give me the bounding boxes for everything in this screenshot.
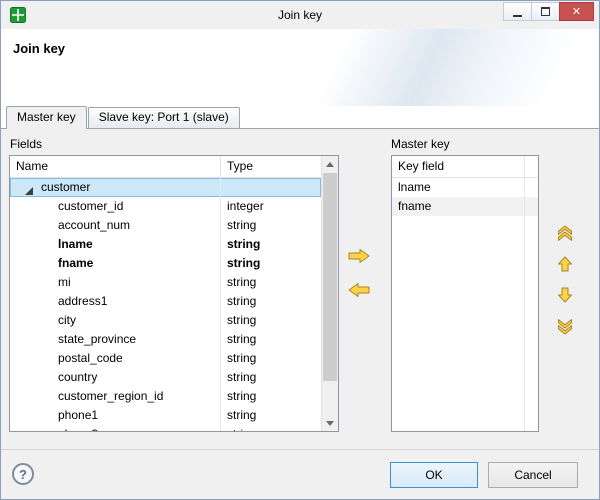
help-button[interactable]: ? xyxy=(12,463,34,485)
field-type: string xyxy=(220,292,321,311)
move-down-button[interactable] xyxy=(552,285,578,305)
help-icon: ? xyxy=(19,467,27,482)
field-name: state_province xyxy=(10,330,220,349)
field-name: customer_region_id xyxy=(10,387,220,406)
field-name: address1 xyxy=(10,292,220,311)
fields-table: Name Type customer customer_idinteger xyxy=(9,155,339,432)
reorder-buttons xyxy=(552,223,578,336)
field-row[interactable]: citystring xyxy=(10,311,321,330)
column-header-key-field[interactable]: Key field xyxy=(392,156,524,177)
move-up-button[interactable] xyxy=(552,254,578,274)
field-row[interactable]: countrystring xyxy=(10,368,321,387)
tab-slave-key[interactable]: Slave key: Port 1 (slave) xyxy=(88,107,240,128)
scroll-down-icon[interactable] xyxy=(322,415,338,431)
add-to-key-button[interactable] xyxy=(346,248,372,266)
field-row[interactable]: mistring xyxy=(10,273,321,292)
field-type: string xyxy=(220,406,321,425)
move-to-top-button[interactable] xyxy=(552,223,578,243)
field-row[interactable]: customer_idinteger xyxy=(10,197,321,216)
field-row[interactable]: state_provincestring xyxy=(10,330,321,349)
master-key-table: Key field lname fname xyxy=(391,155,539,432)
field-row[interactable]: account_numstring xyxy=(10,216,321,235)
field-name: postal_code xyxy=(10,349,220,368)
tree-row-customer[interactable]: customer xyxy=(10,178,321,197)
fields-table-header: Name Type xyxy=(10,156,321,178)
field-type: string xyxy=(220,330,321,349)
minimize-icon xyxy=(513,15,522,17)
field-type: string xyxy=(220,311,321,330)
field-type: string xyxy=(220,235,321,254)
arrow-left-icon xyxy=(347,282,371,298)
tree-expander-icon[interactable] xyxy=(24,183,34,193)
field-row[interactable]: lnamestring xyxy=(10,235,321,254)
remove-from-key-button[interactable] xyxy=(346,282,372,300)
tree-root-label: customer xyxy=(41,178,90,197)
double-chevron-up-icon xyxy=(557,225,573,242)
maximize-button[interactable] xyxy=(531,2,560,21)
field-type: string xyxy=(220,387,321,406)
close-button[interactable]: ✕ xyxy=(559,2,594,21)
maximize-icon xyxy=(541,7,550,16)
minimize-button[interactable] xyxy=(503,2,532,21)
button-bar: ? OK Cancel xyxy=(1,449,599,499)
field-name: country xyxy=(10,368,220,387)
double-chevron-down-icon xyxy=(557,318,573,335)
cancel-button[interactable]: Cancel xyxy=(488,462,578,488)
tab-bar: Master key Slave key: Port 1 (slave) xyxy=(1,106,599,129)
field-type: string xyxy=(220,216,321,235)
field-name: mi xyxy=(10,273,220,292)
field-row[interactable]: customer_region_idstring xyxy=(10,387,321,406)
column-header-name[interactable]: Name xyxy=(10,156,220,177)
field-name: phone2 xyxy=(10,425,220,431)
dialog-body: Fields Master key Name Type customer xyxy=(1,129,599,451)
scrollbar-thumb[interactable] xyxy=(323,173,337,381)
transfer-buttons xyxy=(346,248,372,316)
dialog-title: Join key xyxy=(13,41,65,56)
field-type: string xyxy=(220,254,321,273)
field-name: phone1 xyxy=(10,406,220,425)
column-separator xyxy=(524,156,525,431)
field-row[interactable]: postal_codestring xyxy=(10,349,321,368)
arrow-right-icon xyxy=(347,248,371,264)
key-field-row[interactable]: lname xyxy=(392,178,538,197)
field-type: string xyxy=(220,273,321,292)
field-name: customer_id xyxy=(10,197,220,216)
move-to-bottom-button[interactable] xyxy=(552,316,578,336)
field-name: city xyxy=(10,311,220,330)
field-row[interactable]: phone1string xyxy=(10,406,321,425)
field-type: string xyxy=(220,425,321,431)
close-icon: ✕ xyxy=(572,5,581,18)
window-controls: ✕ xyxy=(503,2,594,21)
master-key-label: Master key xyxy=(391,137,450,151)
arrow-up-icon xyxy=(557,256,573,272)
column-header-type[interactable]: Type xyxy=(220,156,321,177)
field-name: lname xyxy=(10,235,220,254)
arrow-down-icon xyxy=(557,287,573,303)
titlebar[interactable]: Join key ✕ xyxy=(1,1,599,29)
field-row[interactable]: phone2string xyxy=(10,425,321,431)
field-row[interactable]: fnamestring xyxy=(10,254,321,273)
fields-scrollbar[interactable] xyxy=(321,156,338,431)
field-type: string xyxy=(220,368,321,387)
key-field-row[interactable]: fname xyxy=(392,197,538,216)
fields-table-body: customer customer_idinteger account_nums… xyxy=(10,178,321,431)
field-row[interactable]: address1string xyxy=(10,292,321,311)
ok-button[interactable]: OK xyxy=(390,462,478,488)
tab-master-key[interactable]: Master key xyxy=(6,106,87,129)
join-key-dialog: Join key ✕ Join key Master key Slave key… xyxy=(0,0,600,500)
fields-label: Fields xyxy=(10,137,42,151)
scroll-up-icon[interactable] xyxy=(322,156,338,172)
field-type: string xyxy=(220,349,321,368)
field-name: fname xyxy=(10,254,220,273)
field-type: integer xyxy=(220,197,321,216)
field-name: account_num xyxy=(10,216,220,235)
master-key-table-header: Key field xyxy=(392,156,538,178)
dialog-header: Join key xyxy=(1,29,599,106)
